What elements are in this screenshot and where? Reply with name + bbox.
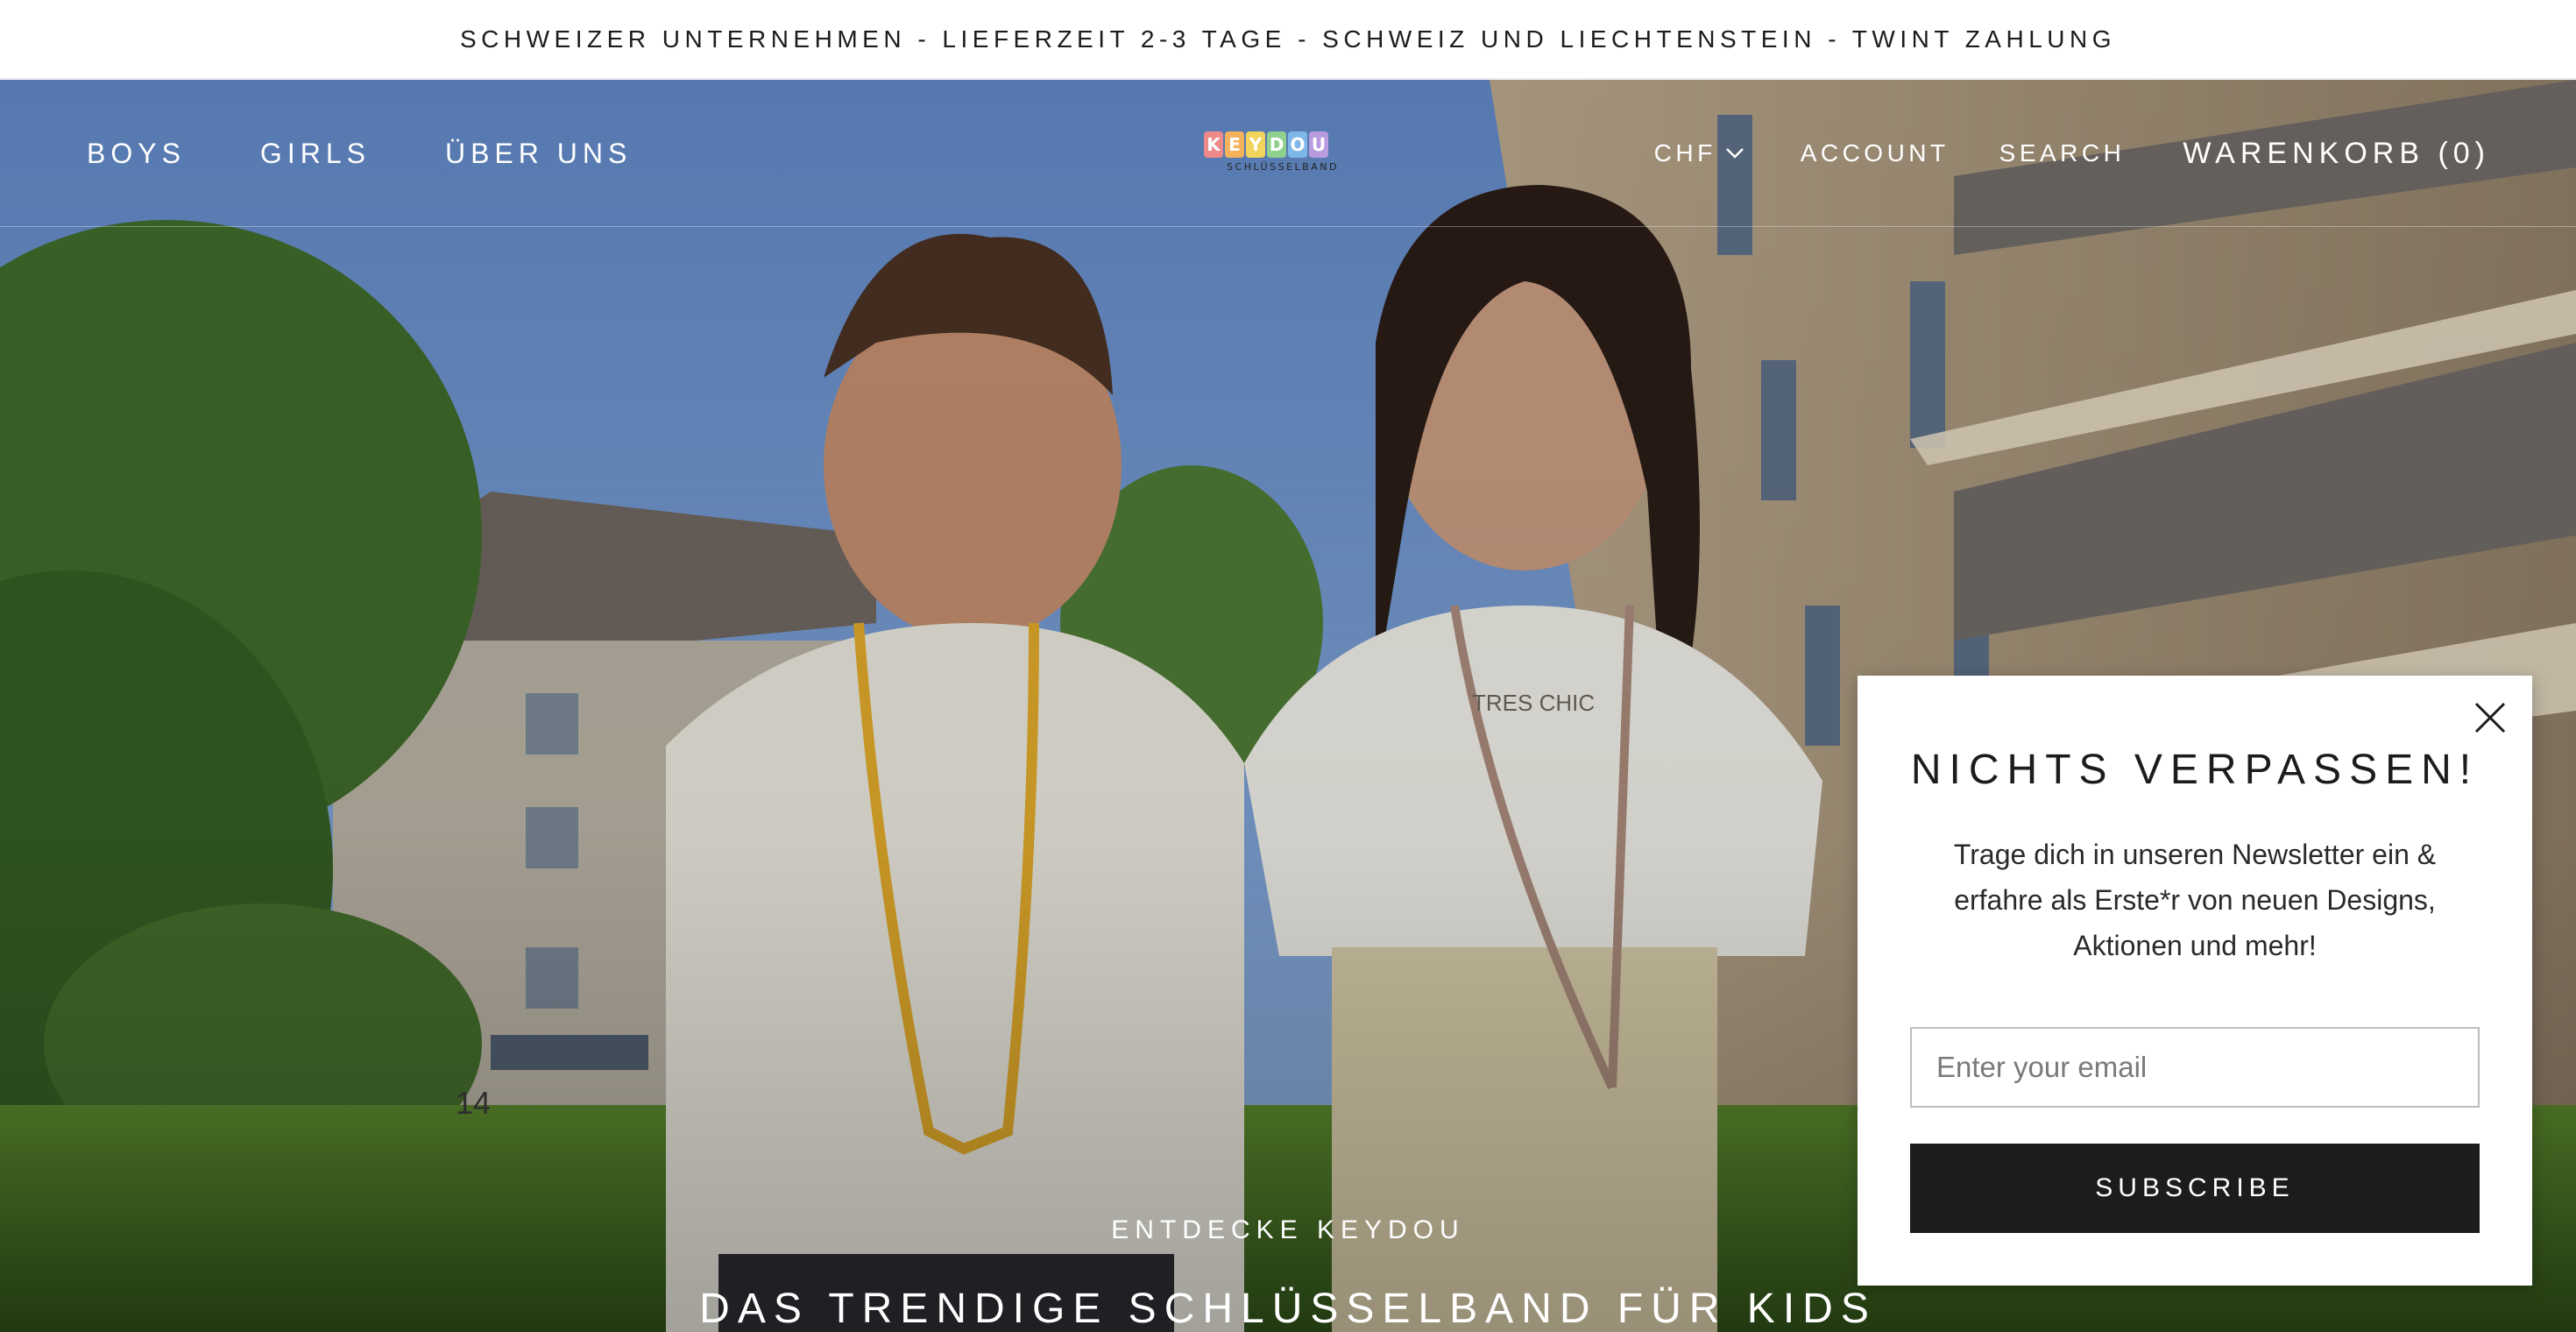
hero-title: DAS TRENDIGE SCHLÜSSELBAND FÜR KIDS [699, 1286, 1877, 1332]
main-nav: BOYS GIRLS ÜBER UNS [87, 80, 632, 227]
currency-selector[interactable]: CHF [1654, 139, 1744, 167]
popup-description: Trage dich in unseren Newsletter ein & e… [1953, 839, 2437, 961]
logo-letter: Y [1246, 131, 1265, 158]
popup-title: NICHTS VERPASSEN! [1910, 747, 2480, 793]
nav-girls[interactable]: GIRLS [260, 138, 371, 170]
account-link[interactable]: ACCOUNT [1801, 139, 1950, 167]
announcement-bar: SCHWEIZER UNTERNEHMEN - LIEFERZEIT 2-3 T… [0, 0, 2576, 79]
site-logo[interactable]: K E Y D O U SCHLÜSSELBAND [1204, 131, 1372, 181]
nav-ueber-uns[interactable]: ÜBER UNS [445, 138, 632, 170]
logo-letters: K E Y D O U [1204, 131, 1372, 158]
newsletter-popup: NICHTS VERPASSEN! Trage dich in unseren … [1858, 676, 2532, 1286]
logo-subtitle: SCHLÜSSELBAND [1227, 161, 1339, 173]
close-icon[interactable] [2473, 700, 2508, 735]
email-field[interactable] [1910, 1027, 2480, 1108]
header-actions: CHF ACCOUNT SEARCH WARENKORB (0) [1654, 80, 2490, 227]
logo-letter: O [1288, 131, 1307, 158]
logo-letter: E [1225, 131, 1244, 158]
logo-letter: K [1204, 131, 1223, 158]
currency-label: CHF [1653, 139, 1716, 166]
logo-letter: U [1309, 131, 1328, 158]
announcement-text: SCHWEIZER UNTERNEHMEN - LIEFERZEIT 2-3 T… [459, 25, 2116, 53]
logo-letter: D [1267, 131, 1286, 158]
chevron-down-icon [1725, 148, 1744, 159]
search-link[interactable]: SEARCH [1999, 139, 2126, 167]
nav-boys[interactable]: BOYS [87, 138, 186, 170]
subscribe-button[interactable]: SUBSCRIBE [1910, 1144, 2480, 1233]
cart-link[interactable]: WARENKORB (0) [2183, 137, 2490, 171]
